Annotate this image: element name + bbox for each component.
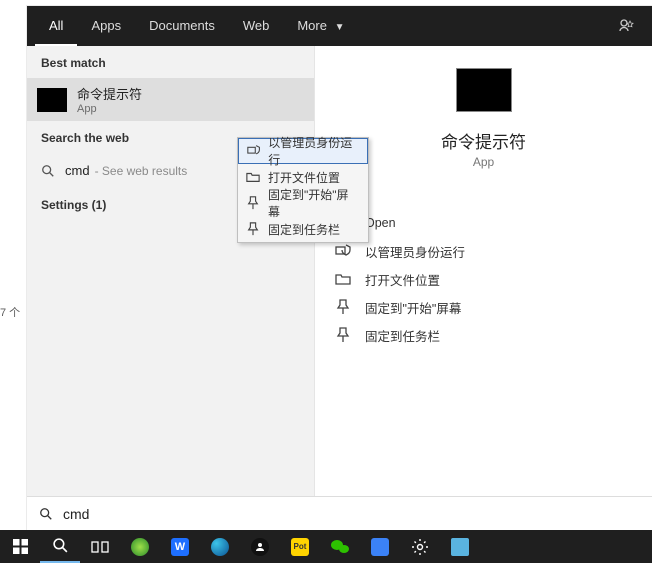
action-open-label: Open	[365, 216, 396, 230]
ctx-pin-start-label: 固定到"开始"屏幕	[268, 186, 360, 220]
context-menu: 以管理员身份运行 打开文件位置 固定到"开始"屏幕 固定到任务栏	[237, 137, 369, 243]
result-text: 命令提示符 App	[77, 84, 142, 115]
action-run-admin[interactable]: 以管理员身份运行	[327, 237, 640, 265]
search-icon	[39, 507, 53, 521]
action-open-location-label: 打开文件位置	[365, 270, 440, 289]
result-title: 命令提示符	[77, 84, 142, 103]
taskbar-app-9[interactable]	[440, 530, 480, 563]
pin-start-icon	[246, 196, 260, 210]
ctx-run-admin[interactable]: 以管理员身份运行	[238, 138, 368, 164]
background-text: 7 个	[0, 304, 20, 320]
ctx-run-admin-label: 以管理员身份运行	[268, 134, 359, 168]
taskbar: W Pot	[0, 530, 652, 563]
task-view-button[interactable]	[80, 530, 120, 563]
taskbar-app-7[interactable]	[360, 530, 400, 563]
search-window: All Apps Documents Web More ▼ Best match…	[27, 6, 652, 530]
content-area: Best match 命令提示符 App Search the web cmd …	[27, 46, 652, 496]
tab-more[interactable]: More ▼	[283, 6, 358, 46]
search-input[interactable]	[63, 506, 640, 522]
tab-web[interactable]: Web	[229, 6, 284, 46]
action-run-admin-label: 以管理员身份运行	[365, 242, 465, 261]
taskbar-app-wechat[interactable]	[320, 530, 360, 563]
preview-subtitle: App	[473, 155, 494, 169]
preview-cmd-icon	[456, 68, 512, 112]
feedback-icon[interactable]	[618, 18, 634, 34]
action-pin-taskbar[interactable]: 固定到任务栏	[327, 321, 640, 349]
taskbar-settings-button[interactable]	[400, 530, 440, 563]
tab-all[interactable]: All	[35, 6, 77, 46]
tab-apps[interactable]: Apps	[77, 6, 135, 46]
taskbar-app-wps[interactable]: W	[160, 530, 200, 563]
action-open[interactable]: Open	[327, 209, 640, 237]
pin-taskbar-icon	[246, 222, 260, 236]
ctx-open-location-label: 打开文件位置	[268, 169, 340, 186]
start-button[interactable]	[0, 530, 40, 563]
search-bar	[27, 496, 652, 530]
taskbar-app-4[interactable]	[240, 530, 280, 563]
tab-documents[interactable]: Documents	[135, 6, 229, 46]
folder-icon	[335, 271, 351, 287]
taskbar-app-browser[interactable]	[120, 530, 160, 563]
action-pin-taskbar-label: 固定到任务栏	[365, 326, 440, 345]
pin-taskbar-icon	[335, 327, 351, 343]
preview-pane: 命令提示符 App Open 以管理员身份运行	[315, 46, 652, 496]
section-best-match: Best match	[27, 46, 314, 78]
web-query-text: cmd	[65, 163, 90, 178]
chevron-down-icon: ▼	[335, 22, 345, 33]
folder-icon	[246, 170, 260, 184]
search-icon	[41, 164, 55, 178]
pin-start-icon	[335, 299, 351, 315]
results-pane: Best match 命令提示符 App Search the web cmd …	[27, 46, 315, 496]
tab-more-label: More	[297, 18, 327, 33]
taskbar-app-potplayer[interactable]: Pot	[280, 530, 320, 563]
shield-icon	[335, 243, 351, 259]
shield-icon	[247, 144, 260, 158]
result-subtitle: App	[77, 103, 142, 115]
filter-tab-bar: All Apps Documents Web More ▼	[27, 6, 652, 46]
ctx-pin-taskbar-label: 固定到任务栏	[268, 221, 340, 238]
cmd-icon	[37, 88, 67, 112]
action-open-location[interactable]: 打开文件位置	[327, 265, 640, 293]
taskbar-app-edge[interactable]	[200, 530, 240, 563]
preview-title: 命令提示符	[441, 128, 526, 153]
result-command-prompt[interactable]: 命令提示符 App	[27, 78, 314, 121]
taskbar-search-button[interactable]	[40, 530, 80, 563]
action-pin-start-label: 固定到"开始"屏幕	[365, 298, 461, 317]
ctx-pin-start[interactable]: 固定到"开始"屏幕	[238, 190, 368, 216]
action-pin-start[interactable]: 固定到"开始"屏幕	[327, 293, 640, 321]
web-hint: - See web results	[95, 164, 188, 178]
